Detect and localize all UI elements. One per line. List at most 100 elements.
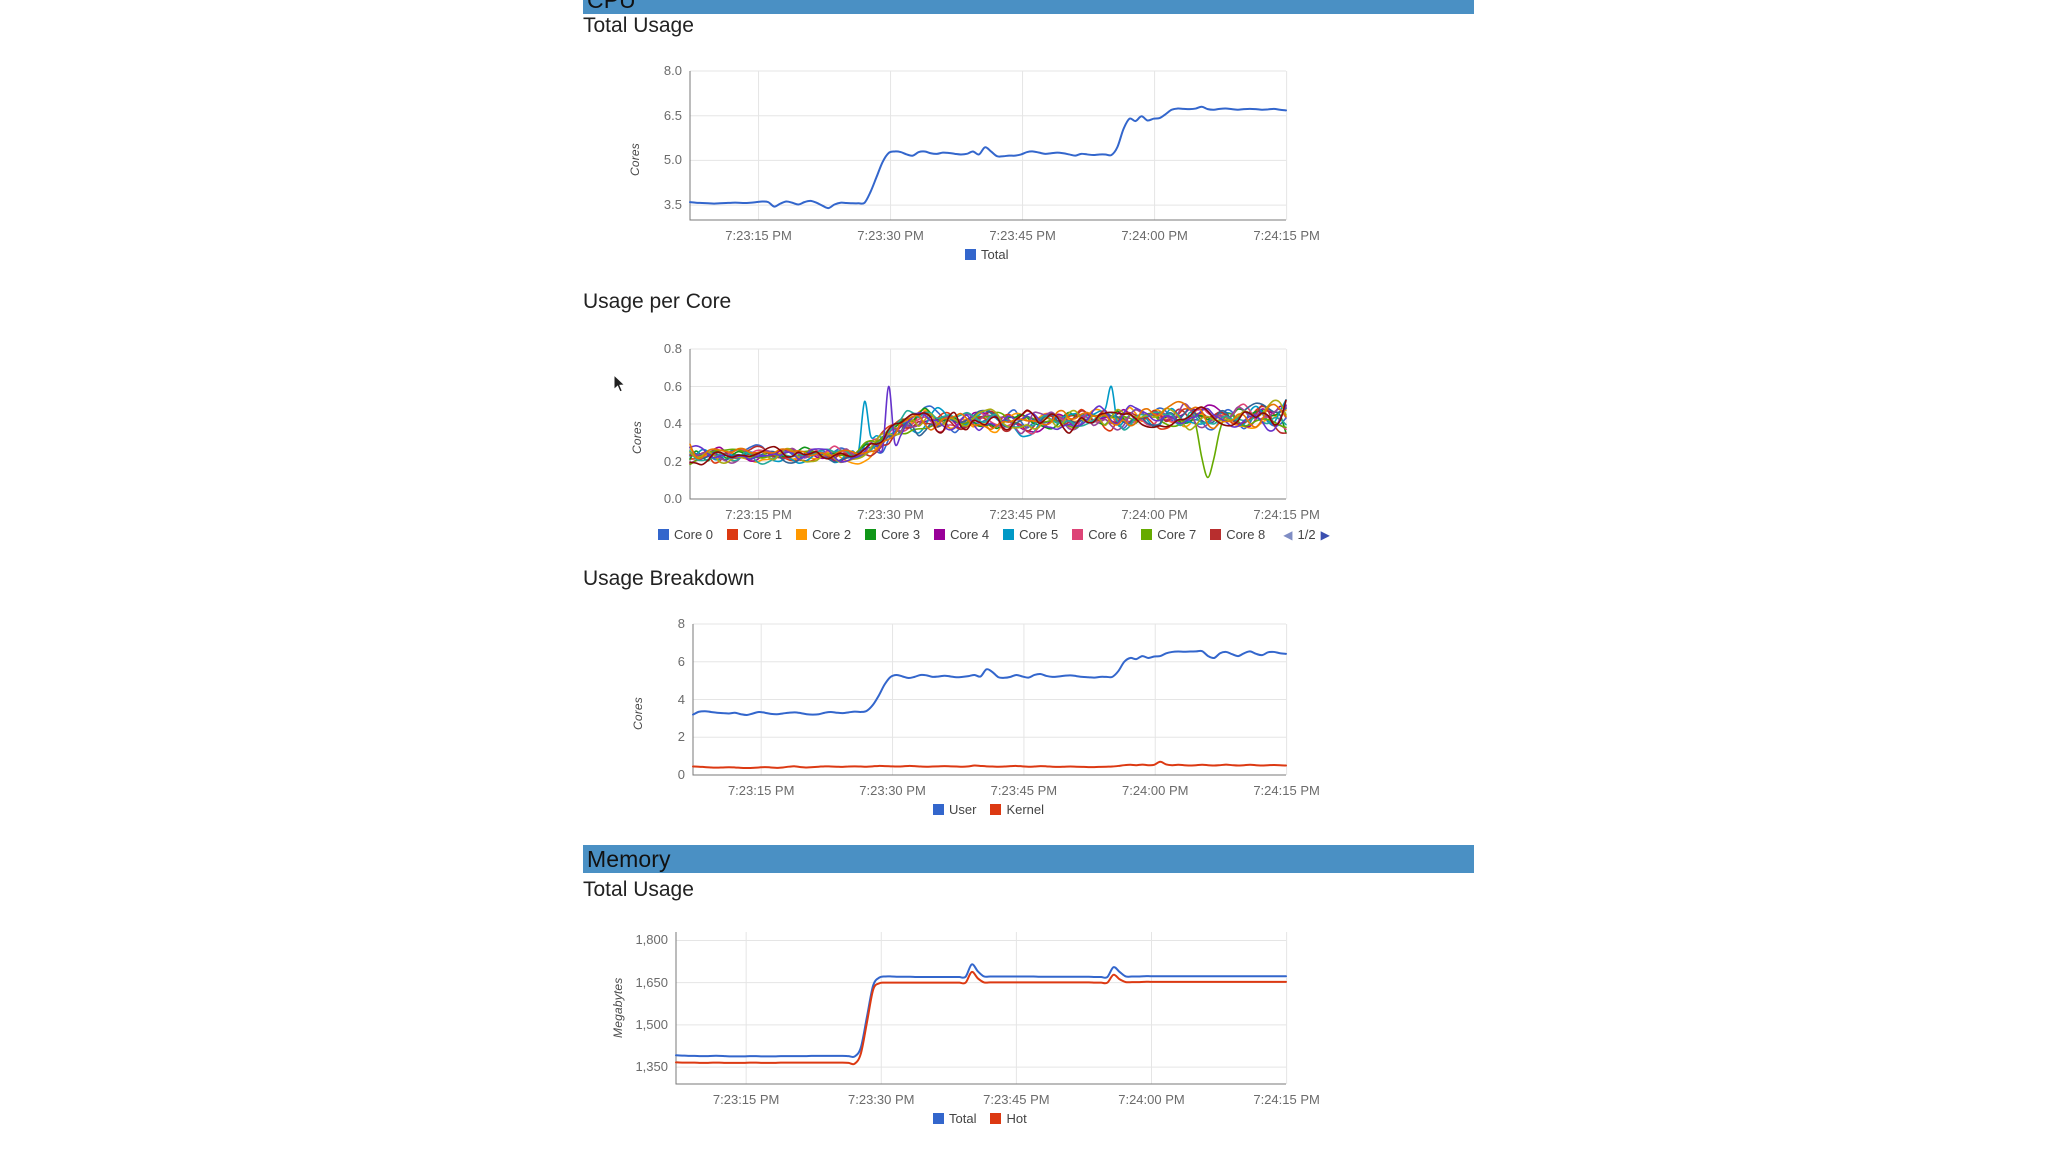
legend-swatch-icon: [1210, 529, 1222, 540]
cpu-total-usage-legend: Total: [965, 248, 1022, 261]
legend-label: Hot: [1006, 1111, 1027, 1126]
y-axis-tick: 1,500: [635, 1016, 668, 1032]
legend-label: Core 3: [881, 527, 921, 542]
chart-cpu-total-usage[interactable]: 8.0 6.5 5.0 3.5 Cores 7:23:15 PM 7:23:30 PM 7:2…: [583, 44, 1474, 290]
y-axis-label: Megabytes: [611, 977, 625, 1039]
chart-cpu-total-usage-plot: 8.0 6.5 5.0 3.5 Cores 7:23:15 PM 7:23:30 PM 7:2…: [583, 44, 1474, 290]
y-axis-tick: 0.6: [663, 378, 682, 394]
legend-swatch-icon: [933, 804, 944, 815]
legend-item[interactable]: Core 2: [796, 528, 851, 541]
x-axis-tick: 7:23:30 PM: [857, 507, 924, 522]
legend-page-count: 1/2: [1297, 527, 1316, 542]
legend-item[interactable]: Core 1: [727, 528, 782, 541]
x-axis-tick: 7:24:00 PM: [1121, 228, 1188, 243]
legend-item[interactable]: Core 5: [1003, 528, 1058, 541]
x-axis-tick: 7:23:15 PM: [712, 1092, 780, 1107]
x-axis-tick: 7:23:30 PM: [859, 783, 926, 798]
y-axis-tick: 0.0: [663, 491, 682, 506]
legend-item[interactable]: Core 3: [865, 528, 920, 541]
section-header-memory: Memory: [583, 845, 1474, 873]
x-axis-tick: 7:24:15 PM: [1253, 1092, 1320, 1107]
x-axis-tick: 7:23:15 PM: [725, 228, 792, 243]
legend-item[interactable]: Total: [965, 248, 1008, 261]
chart-cpu-usage-per-core[interactable]: 0.8 0.6 0.4 0.2 0.0 Cores 7:23:15 PM 7:23:30 PM…: [583, 320, 1474, 567]
series-line: [689, 105, 1287, 210]
section-header-cpu: CPU: [583, 0, 1474, 14]
y-axis-tick: 0.2: [663, 453, 682, 469]
memory-total-usage-legend: Total Hot: [933, 1112, 1041, 1125]
chart-memory-total-usage[interactable]: 1,800 1,650 1,500 1,350 Megabytes 7:23:15 PM 7…: [583, 908, 1474, 1152]
legend-label: Total: [949, 1111, 977, 1126]
series-line: [675, 963, 1287, 1058]
legend-swatch-icon: [1003, 529, 1015, 540]
chart-cpu-usage-breakdown[interactable]: 8 6 4 2 0 Cores 7:23:15 PM 7:23:30 PM 7:23:45 PM…: [583, 597, 1474, 845]
legend-pager: ◀ 1/2 ▶: [1283, 527, 1330, 542]
chart-cpu-usage-per-core-plot: 0.8 0.6 0.4 0.2 0.0 Cores 7:23:15 PM 7:23:30 PM…: [583, 320, 1474, 567]
y-axis-tick: 0.4: [663, 416, 682, 431]
legend-label: Core 8: [1226, 527, 1266, 542]
legend-item[interactable]: Core 8: [1210, 528, 1265, 541]
legend-label: Core 7: [1157, 527, 1197, 542]
legend-swatch-icon: [934, 529, 946, 540]
legend-next-page-icon[interactable]: ▶: [1321, 529, 1330, 541]
legend-item[interactable]: User: [933, 803, 976, 816]
x-axis-tick: 7:23:45 PM: [983, 1092, 1050, 1107]
section-title-cpu: CPU: [587, 0, 636, 13]
legend-swatch-icon: [796, 529, 808, 540]
x-axis-tick: 7:24:15 PM: [1253, 507, 1320, 522]
legend-swatch-icon: [1072, 529, 1084, 540]
y-axis-tick: 1,350: [635, 1059, 668, 1075]
legend-label: Core 5: [1019, 527, 1059, 542]
series-line: [692, 649, 1287, 716]
y-axis-tick: 8.0: [663, 63, 682, 78]
y-axis-tick: 4: [677, 691, 685, 707]
chart-cpu-usage-breakdown-plot: 8 6 4 2 0 Cores 7:23:15 PM 7:23:30 PM 7:23:45 PM…: [583, 597, 1474, 845]
legend-item[interactable]: Hot: [990, 1111, 1027, 1126]
x-axis-tick: 7:23:45 PM: [990, 783, 1058, 798]
subtitle-memory-total-usage: Total Usage: [583, 878, 694, 901]
x-axis-tick: 7:24:00 PM: [1121, 783, 1189, 798]
legend-item[interactable]: Core 6: [1072, 528, 1127, 541]
legend-item[interactable]: Core 7: [1141, 528, 1196, 541]
legend-label: Core 1: [743, 527, 783, 542]
y-axis-tick: 2: [677, 729, 685, 745]
legend-swatch-icon: [658, 529, 669, 540]
legend-label: Core 4: [950, 527, 990, 542]
x-axis-tick: 7:23:45 PM: [989, 507, 1056, 522]
x-axis-tick: 7:23:30 PM: [857, 228, 924, 243]
subtitle-cpu-total-usage: Total Usage: [583, 14, 694, 37]
y-axis-tick: 6.5: [663, 107, 682, 123]
y-axis-tick: 0: [677, 767, 685, 782]
legend-item[interactable]: Core 0: [658, 528, 713, 541]
legend-label: Core 0: [674, 527, 714, 542]
chart-memory-total-usage-plot: 1,800 1,650 1,500 1,350 Megabytes 7:23:15 PM 7…: [583, 908, 1474, 1152]
y-axis-label: Cores: [630, 420, 644, 454]
legend-label: Core 6: [1088, 527, 1128, 542]
cpu-usage-per-core-legend: Core 0 Core 1 Core 2 Core 3 Core 4 Core 5 Core…: [658, 527, 1330, 542]
legend-swatch-icon: [990, 1113, 1002, 1124]
x-axis-tick: 7:24:15 PM: [1253, 228, 1320, 243]
legend-item[interactable]: Kernel: [990, 803, 1044, 816]
x-axis-tick: 7:23:45 PM: [989, 228, 1056, 243]
subtitle-cpu-usage-per-core: Usage per Core: [583, 290, 732, 313]
legend-item[interactable]: Total: [933, 1112, 976, 1125]
subtitle-cpu-usage-breakdown: Usage Breakdown: [583, 567, 755, 590]
x-axis-tick: 7:24:15 PM: [1253, 783, 1320, 798]
cpu-usage-breakdown-legend: User Kernel: [933, 803, 1058, 816]
y-axis-tick: 0.8: [663, 341, 682, 356]
legend-swatch-icon: [865, 529, 877, 540]
section-title-memory: Memory: [587, 846, 671, 872]
legend-item[interactable]: Core 4: [934, 528, 989, 541]
y-axis-tick: 5.0: [663, 152, 682, 168]
x-axis-tick: 7:23:30 PM: [848, 1092, 915, 1107]
y-axis-tick: 8: [677, 616, 685, 631]
y-axis-tick: 3.5: [663, 197, 682, 213]
y-axis-tick: 6: [677, 653, 685, 669]
y-axis-label: Cores: [631, 696, 645, 730]
y-axis-tick: 1,800: [635, 932, 668, 948]
legend-swatch-icon: [933, 1113, 944, 1124]
y-axis-label: Cores: [628, 142, 642, 176]
legend-prev-page-icon[interactable]: ◀: [1283, 529, 1292, 541]
x-axis-tick: 7:23:15 PM: [725, 507, 792, 522]
series-line: [675, 970, 1287, 1066]
